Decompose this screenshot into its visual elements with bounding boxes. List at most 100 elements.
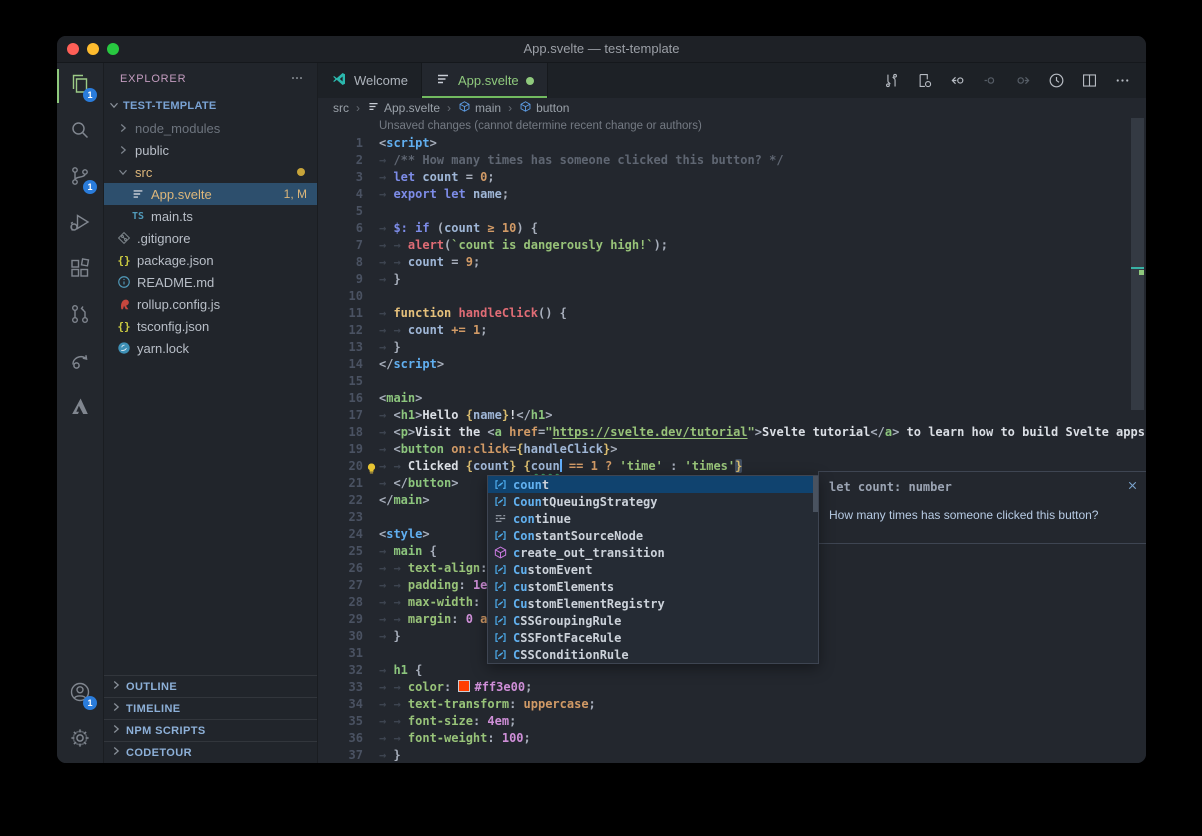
breadcrumb-label: src [333,101,349,115]
suggestion-customelements[interactable]: customElements [488,578,818,595]
code-line-2[interactable]: 2→ /** How many times has someone clicke… [318,152,1146,169]
breadcrumb-separator: › [447,101,451,115]
suggestion-cssconditionrule[interactable]: CSSConditionRule [488,646,818,663]
suggestion-countqueuingstrategy[interactable]: CountQueuingStrategy [488,493,818,510]
title-bar[interactable]: App.svelte — test-template [57,36,1146,63]
tree-item-readme-md[interactable]: README.md [104,271,317,293]
code-line-34[interactable]: 34→ → text-transform: uppercase; [318,696,1146,713]
code-line-16[interactable]: 16<main> [318,390,1146,407]
tree-item-yarn-lock[interactable]: yarn.lock [104,337,317,359]
code-line-1[interactable]: 1<script> [318,135,1146,152]
activity-item-source-control[interactable]: 1 [57,155,103,201]
tree-item-rollup-config-js[interactable]: rollup.config.js [104,293,317,315]
sidebar-section-codetour[interactable]: CODETOUR [104,741,317,763]
code-line-12[interactable]: 12→ → count += 1; [318,322,1146,339]
breadcrumb-item-src[interactable]: src [333,101,349,115]
activity-item-settings[interactable] [57,717,103,763]
close-icon[interactable] [1126,477,1139,490]
tab-label: App.svelte [458,73,519,88]
code-line-3[interactable]: 3→ let count = 0; [318,169,1146,186]
code-line-8[interactable]: 8→ → count = 9; [318,254,1146,271]
line-number: 30 [318,628,363,645]
code-line-36[interactable]: 36→ → font-weight: 100; [318,730,1146,747]
code-line-7[interactable]: 7→ → alert(`count is dangerously high!`)… [318,237,1146,254]
explorer-more-actions-button[interactable] [289,70,305,89]
activity-item-explorer[interactable]: 1 [57,63,103,109]
suggest-scrollbar[interactable] [813,476,818,512]
tree-item-main-ts[interactable]: TSmain.ts [104,205,317,227]
code-line-37[interactable]: 37→ } [318,747,1146,763]
activity-item-accounts[interactable]: 1 [57,671,103,717]
open-changes-button[interactable] [915,71,934,90]
code-line-18[interactable]: 18→ <p>Visit the <a href="https://svelte… [318,424,1146,441]
code-line-14[interactable]: 14</script> [318,356,1146,373]
code-line-5[interactable]: 5 [318,203,1146,220]
line-number: 24 [318,526,363,543]
breadcrumb-item-button[interactable]: button [519,100,569,116]
code-line-4[interactable]: 4→ export let name; [318,186,1146,203]
split-editor-button[interactable] [1080,71,1099,90]
suggestion-continue[interactable]: continue [488,510,818,527]
editor-scrollbar[interactable] [1131,118,1144,410]
line-content: → → alert(`count is dangerously high!`); [363,237,668,254]
activity-item-extensions[interactable] [57,247,103,293]
line-content: <main> [363,390,422,407]
code-editor[interactable]: Unsaved changes (cannot determine recent… [318,118,1146,763]
line-number: 22 [318,492,363,509]
suggestion-cssfontfacerule[interactable]: CSSFontFaceRule [488,629,818,646]
tree-item-package-json[interactable]: {}package.json [104,249,317,271]
code-line-15[interactable]: 15 [318,373,1146,390]
line-content: → } [363,747,401,763]
suggestion-customevent[interactable]: CustomEvent [488,561,818,578]
tree-item--gitignore[interactable]: .gitignore [104,227,317,249]
code-line-17[interactable]: 17→ <h1>Hello {name}!</h1> [318,407,1146,424]
line-number: 2 [318,152,363,169]
section-label: OUTLINE [126,681,177,693]
info-file-icon [116,275,132,290]
code-line-9[interactable]: 9→ } [318,271,1146,288]
gitlens-commit-graph-button[interactable] [882,71,901,90]
code-line-35[interactable]: 35→ → font-size: 4em; [318,713,1146,730]
code-line-11[interactable]: 11→ function handleClick() { [318,305,1146,322]
sidebar-section-npm-scripts[interactable]: NPM SCRIPTS [104,719,317,741]
tree-root-test-template[interactable]: TEST-TEMPLATE [104,95,317,117]
sidebar-section-outline[interactable]: OUTLINE [104,675,317,697]
tree-item-src[interactable]: src [104,161,317,183]
suggestion-customelementregistry[interactable]: CustomElementRegistry [488,595,818,612]
suggestion-cssgroupingrule[interactable]: CSSGroupingRule [488,612,818,629]
activity-item-live-share[interactable] [57,339,103,385]
code-line-32[interactable]: 32→ h1 { [318,662,1146,679]
breadcrumb-item-main[interactable]: main [458,100,501,116]
unsaved-dot[interactable] [526,77,534,85]
line-number: 32 [318,662,363,679]
code-line-6[interactable]: 6→ $: if (count ≥ 10) { [318,220,1146,237]
tab-app-svelte[interactable]: App.svelte [422,63,548,98]
suggestion-create_out_transition[interactable]: create_out_transition [488,544,818,561]
previous-change-button[interactable] [948,71,967,90]
file-label: main.ts [151,209,193,224]
code-line-13[interactable]: 13→ } [318,339,1146,356]
more-actions-button[interactable] [1113,71,1132,90]
suggestion-count[interactable]: count [488,476,818,493]
suggestion-constantsourcenode[interactable]: ConstantSourceNode [488,527,818,544]
activity-item-github-pull-requests[interactable] [57,293,103,339]
file-history-button[interactable] [1047,71,1066,90]
activity-item-azure[interactable] [57,385,103,431]
activity-item-search[interactable] [57,109,103,155]
sidebar-section-timeline[interactable]: TIMELINE [104,697,317,719]
breadcrumb-item-app-svelte[interactable]: App.svelte [367,100,440,116]
file-label: yarn.lock [137,341,189,356]
tree-item-app-svelte[interactable]: App.svelte1, M [104,183,317,205]
tree-item-node-modules[interactable]: node_modules [104,117,317,139]
line-number: 19 [318,441,363,458]
code-line-33[interactable]: 33→ → color: #ff3e00; [318,679,1146,696]
tab-welcome[interactable]: Welcome [318,63,422,98]
lightbulb-icon[interactable] [365,460,378,473]
tree-item-public[interactable]: public [104,139,317,161]
breadcrumb[interactable]: src›App.svelte›main›button [318,98,1146,118]
tree-item-tsconfig-json[interactable]: {}tsconfig.json [104,315,317,337]
activity-item-run-and-debug[interactable] [57,201,103,247]
suggestion-label: CustomEvent [513,563,592,577]
code-line-19[interactable]: 19→ <button on:click={handleClick}> [318,441,1146,458]
code-line-10[interactable]: 10 [318,288,1146,305]
